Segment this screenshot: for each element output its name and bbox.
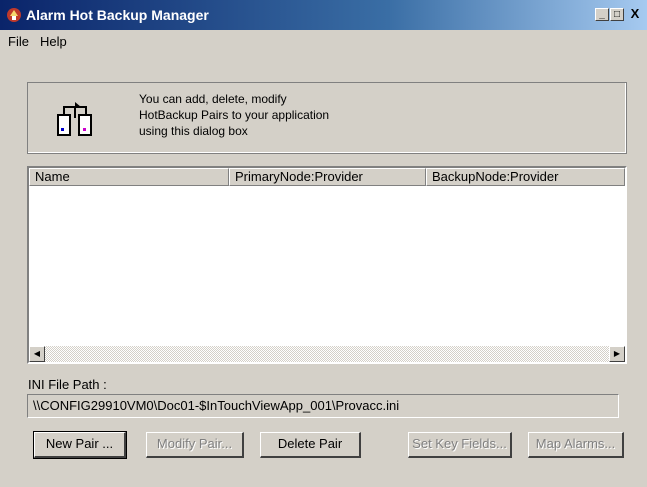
column-header-backup-node[interactable]: BackupNode:Provider: [426, 168, 625, 186]
column-header-primary-node[interactable]: PrimaryNode:Provider: [229, 168, 426, 186]
menu-file[interactable]: File: [8, 34, 29, 49]
info-text: You can add, delete, modify HotBackup Pa…: [139, 91, 329, 139]
modify-pair-button[interactable]: Modify Pair...: [146, 432, 244, 458]
maximize-button[interactable]: □: [610, 8, 624, 21]
scroll-left-icon[interactable]: ◀: [29, 346, 45, 362]
scroll-track[interactable]: [45, 346, 609, 362]
window-title: Alarm Hot Backup Manager: [26, 7, 209, 23]
info-line-2: HotBackup Pairs to your application: [139, 108, 330, 122]
minimize-button[interactable]: _: [595, 8, 609, 21]
close-button[interactable]: X: [628, 7, 642, 21]
info-panel: You can add, delete, modify HotBackup Pa…: [27, 82, 627, 154]
delete-pair-button[interactable]: Delete Pair: [260, 432, 361, 458]
menu-help[interactable]: Help: [40, 34, 67, 49]
pairs-list[interactable]: Name PrimaryNode:Provider BackupNode:Pro…: [27, 166, 627, 364]
set-key-fields-button[interactable]: Set Key Fields...: [408, 432, 512, 458]
ini-path-label: INI File Path :: [28, 377, 107, 392]
ini-path-field: \\CONFIG29910VM0\Doc01-$InTouchViewApp_0…: [27, 394, 619, 418]
new-pair-button[interactable]: New Pair ...: [33, 431, 127, 459]
menu-bar: File Help: [0, 30, 647, 52]
horizontal-scrollbar[interactable]: ◀ ▶: [29, 346, 625, 362]
title-bar: Alarm Hot Backup Manager _ □ X: [0, 0, 647, 30]
info-line-1: You can add, delete, modify: [139, 92, 287, 106]
list-header: Name PrimaryNode:Provider BackupNode:Pro…: [29, 168, 625, 186]
app-icon: [7, 8, 21, 22]
map-alarms-button[interactable]: Map Alarms...: [528, 432, 624, 458]
column-header-name[interactable]: Name: [29, 168, 229, 186]
backup-pair-icon: [57, 102, 92, 136]
info-line-3: using this dialog box: [139, 124, 248, 138]
scroll-right-icon[interactable]: ▶: [609, 346, 625, 362]
